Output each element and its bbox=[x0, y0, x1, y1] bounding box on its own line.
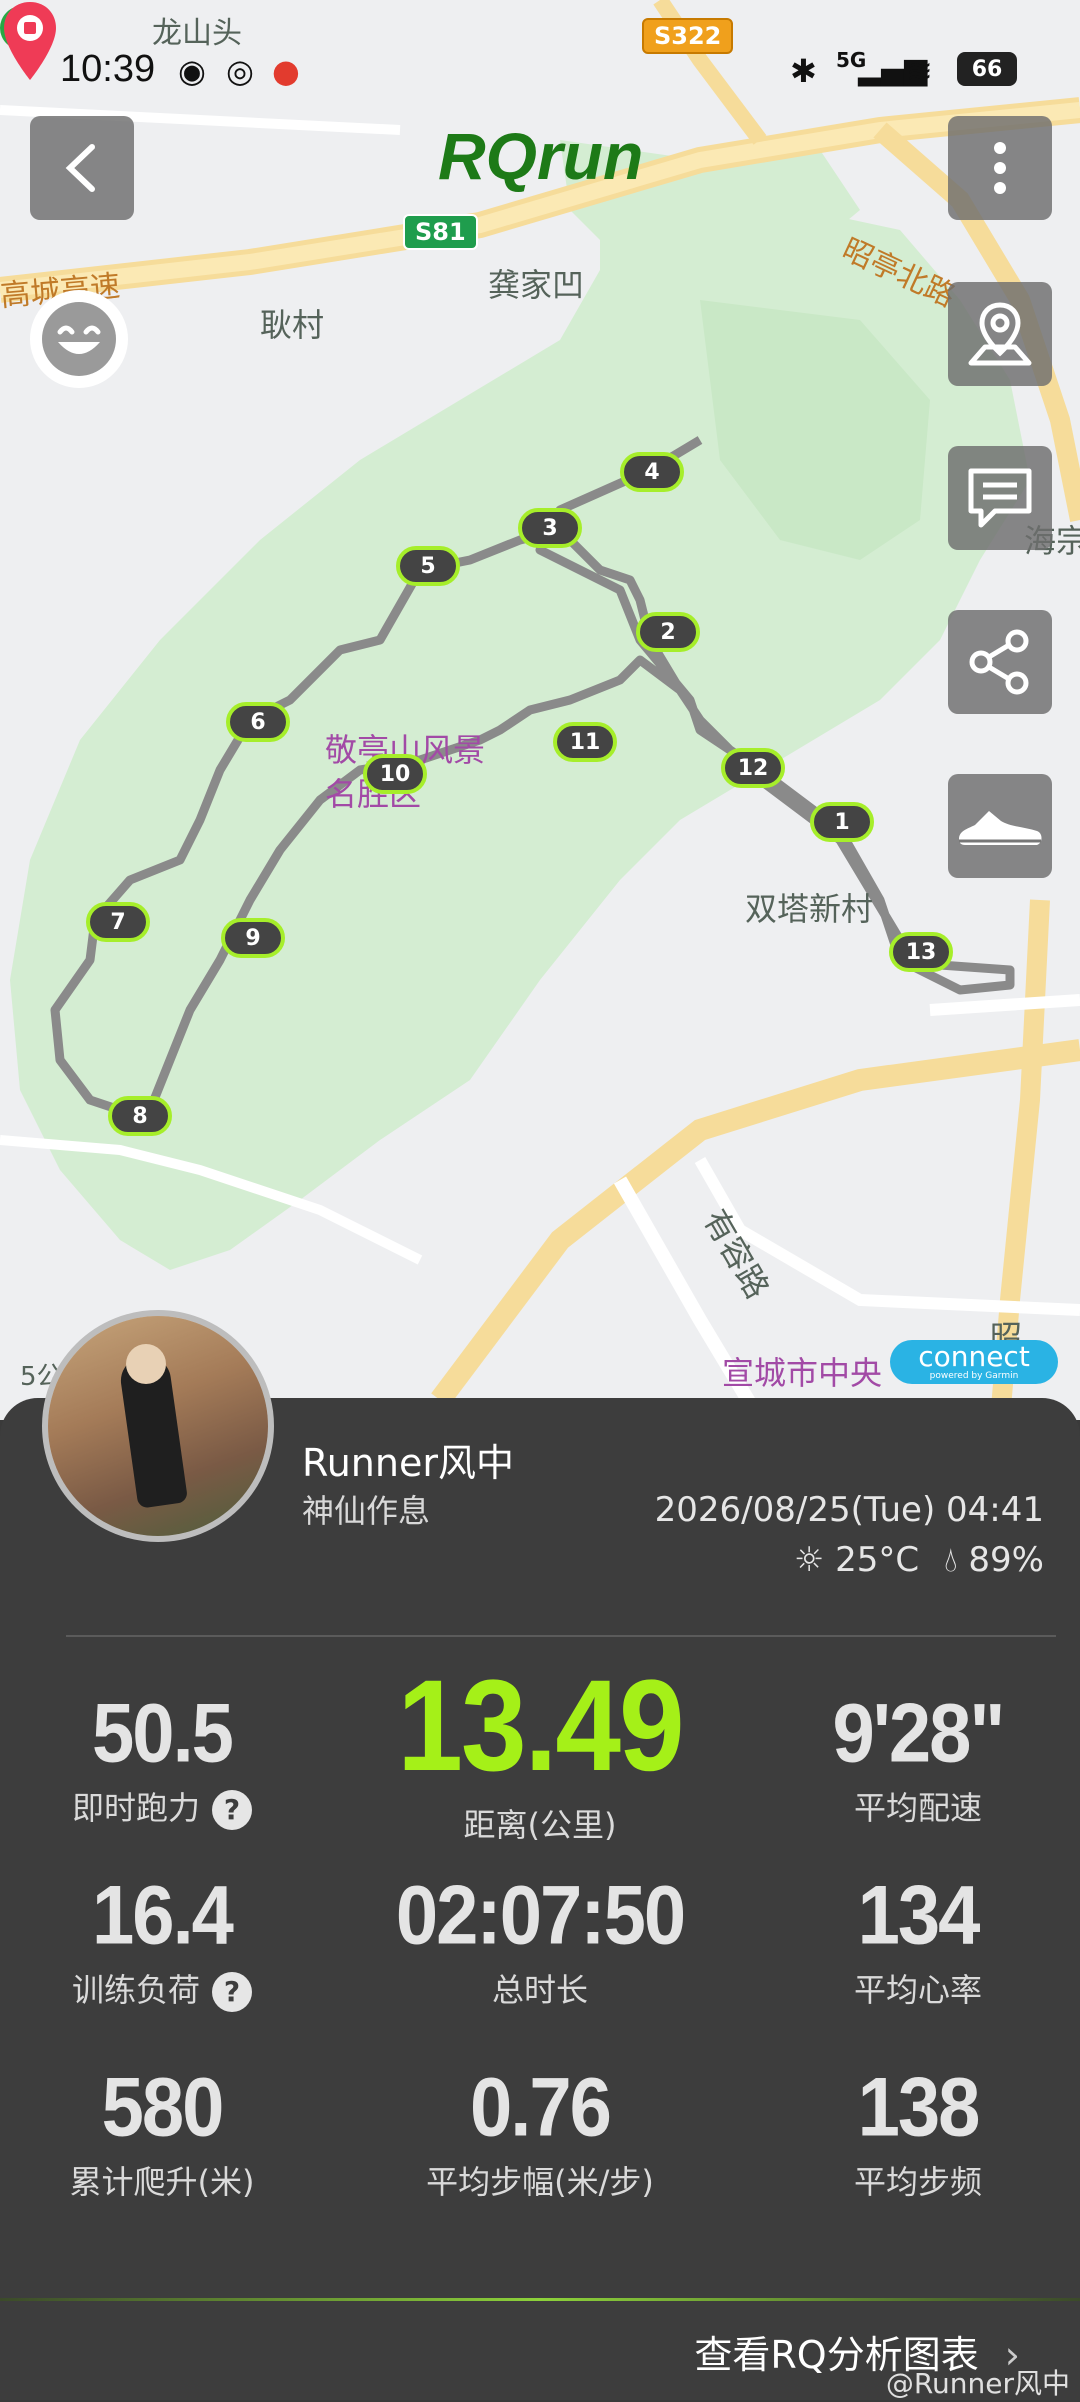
connect-label: connect bbox=[918, 1340, 1030, 1373]
bluetooth-icon: ✱ bbox=[790, 52, 817, 90]
stat-running-power: 50.5 即时跑力? bbox=[0, 1687, 332, 1830]
comment-icon bbox=[968, 468, 1032, 528]
battery-indicator: 66 bbox=[957, 52, 1017, 86]
emoji-icon bbox=[42, 302, 116, 376]
stat-avg-pace: 9'28" 平均配速 bbox=[748, 1687, 1080, 1829]
stat-cadence: 138 平均步频 bbox=[748, 2061, 1080, 2203]
km-marker-7[interactable]: 7 bbox=[86, 902, 150, 942]
shoe-button[interactable] bbox=[948, 774, 1052, 878]
distance-label: 距离(公里) bbox=[463, 1806, 617, 1844]
km-marker-12[interactable]: 12 bbox=[721, 748, 785, 788]
share-button[interactable] bbox=[948, 610, 1052, 714]
location-button[interactable] bbox=[948, 282, 1052, 386]
elevation-label: 累计爬升(米) bbox=[69, 2163, 255, 2201]
km-marker-1[interactable]: 1 bbox=[810, 802, 874, 842]
cadence-value: 138 bbox=[857, 2060, 981, 2155]
km-marker-8[interactable]: 8 bbox=[108, 1096, 172, 1136]
more-button[interactable] bbox=[948, 116, 1052, 220]
km-marker-10[interactable]: 10 bbox=[363, 754, 427, 794]
training-load-value: 16.4 bbox=[92, 1868, 234, 1963]
user-name: Runner风中 bbox=[302, 1441, 514, 1485]
km-marker-2[interactable]: 2 bbox=[636, 612, 700, 652]
duration-value: 02:07:50 bbox=[395, 1868, 686, 1963]
more-icon bbox=[994, 142, 1006, 194]
weather-info: ☼ 25°C 💧︎ 89% bbox=[794, 1540, 1044, 1580]
humidity: 89% bbox=[968, 1540, 1044, 1580]
map-pin-icon bbox=[968, 302, 1032, 366]
map-label-xuancheng: 宣城市中央 bbox=[722, 1354, 883, 1392]
running-power-value: 50.5 bbox=[92, 1686, 234, 1781]
road-badge-s81: S81 bbox=[403, 214, 478, 250]
shoe-icon bbox=[959, 811, 1042, 845]
elevation-value: 580 bbox=[101, 2060, 225, 2155]
wechat-icon: ◉ bbox=[178, 52, 206, 90]
stat-avg-hr: 134 平均心率 bbox=[748, 1869, 1080, 2011]
avg-pace-label: 平均配速 bbox=[853, 1789, 982, 1827]
emoji-button[interactable] bbox=[30, 290, 128, 388]
stat-distance: 13.49 距离(公里) bbox=[370, 1653, 710, 1846]
status-bar: 10:39 ◉ ◎ ● ✱ 5G ▂▄▆ ≋ 66 bbox=[0, 40, 1080, 100]
wifi-icon: ≋ bbox=[906, 52, 933, 90]
stat-elevation: 580 累计爬升(米) bbox=[0, 2061, 332, 2203]
temperature: 25°C bbox=[835, 1540, 920, 1580]
question-icon[interactable]: ? bbox=[212, 1972, 252, 2012]
question-icon[interactable]: ? bbox=[212, 1790, 252, 1830]
avg-hr-value: 134 bbox=[857, 1868, 981, 1963]
comment-button[interactable] bbox=[948, 446, 1052, 550]
avatar[interactable] bbox=[42, 1310, 274, 1542]
weibo-icon: ◎ bbox=[226, 52, 254, 90]
sun-icon: ☼ bbox=[793, 1540, 825, 1580]
stat-training-load: 16.4 训练负荷? bbox=[0, 1869, 332, 2012]
user-subtitle: 神仙作息 bbox=[302, 1492, 431, 1530]
route-map[interactable]: 龙山头 耿村 龚家凹 敬亭山风景名胜区 双塔新村 昭亭北路 有容路 高城高速 宣… bbox=[0, 0, 1080, 1420]
droplet-icon: 💧︎ bbox=[944, 1540, 958, 1580]
avg-hr-label: 平均心率 bbox=[853, 1971, 982, 2009]
distance-value: 13.49 bbox=[397, 1653, 684, 1799]
stat-stride: 0.76 平均步幅(米/步) bbox=[370, 2061, 710, 2203]
connect-sub: powered by Garmin bbox=[929, 1371, 1019, 1381]
app-title: RQrun bbox=[438, 119, 644, 193]
cadence-label: 平均步频 bbox=[853, 2163, 982, 2201]
share-icon bbox=[969, 629, 1029, 695]
km-marker-4[interactable]: 4 bbox=[620, 452, 684, 492]
map-label-shuangta: 双塔新村 bbox=[745, 890, 874, 928]
run-datetime: 2026/08/25(Tue) 04:41 bbox=[654, 1490, 1044, 1530]
garmin-connect-badge[interactable]: connect powered by Garmin bbox=[890, 1340, 1058, 1384]
km-marker-5[interactable]: 5 bbox=[396, 546, 460, 586]
training-load-label: 训练负荷? bbox=[0, 1965, 332, 2012]
watermark: @Runner风中 bbox=[885, 2367, 1070, 2400]
back-button[interactable] bbox=[30, 116, 134, 220]
map-label-gongjiaao: 龚家凹 bbox=[488, 266, 585, 304]
km-marker-9[interactable]: 9 bbox=[221, 918, 285, 958]
avg-pace-value: 9'28" bbox=[832, 1686, 1006, 1781]
map-canvas bbox=[0, 0, 1080, 1420]
map-label-gengcun: 耿村 bbox=[260, 306, 325, 344]
km-marker-6[interactable]: 6 bbox=[226, 702, 290, 742]
duration-label: 总时长 bbox=[491, 1971, 588, 2009]
back-arrow-icon bbox=[65, 144, 95, 192]
km-marker-3[interactable]: 3 bbox=[518, 508, 582, 548]
running-power-label: 即时跑力? bbox=[0, 1783, 332, 1830]
km-marker-11[interactable]: 11 bbox=[553, 722, 617, 762]
stat-duration: 02:07:50 总时长 bbox=[370, 1869, 710, 2011]
status-time: 10:39 bbox=[60, 48, 156, 90]
notification-icon: ● bbox=[272, 52, 300, 90]
stride-value: 0.76 bbox=[470, 2060, 612, 2155]
divider bbox=[66, 1635, 1056, 1637]
footer-divider bbox=[0, 2298, 1080, 2301]
stride-label: 平均步幅(米/步) bbox=[426, 2163, 654, 2201]
km-marker-13[interactable]: 13 bbox=[889, 932, 953, 972]
